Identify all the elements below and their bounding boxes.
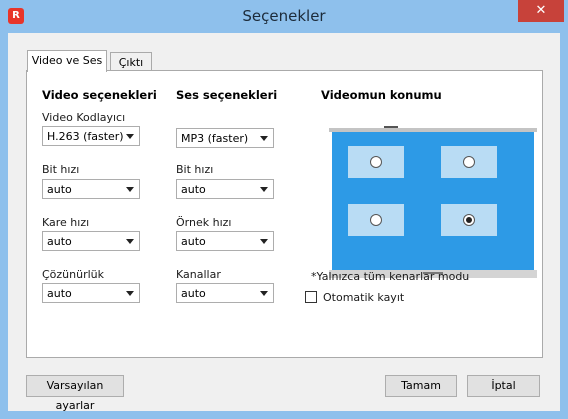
channels-label: Kanallar bbox=[176, 268, 221, 281]
chevron-down-icon bbox=[260, 136, 268, 141]
title-bar[interactable]: R Seçenekler ✕ bbox=[0, 0, 568, 33]
dialog-client: Video ve Ses Çıktı Video seçenekleri Vid… bbox=[8, 33, 560, 412]
video-codec-label: Video Kodlayıcı bbox=[42, 111, 126, 124]
samplerate-value: auto bbox=[181, 235, 206, 248]
resolution-value: auto bbox=[47, 287, 72, 300]
tab-video-audio[interactable]: Video ve Ses bbox=[27, 50, 107, 72]
video-options-heading: Video seçenekleri bbox=[42, 88, 157, 102]
samplerate-select[interactable]: auto bbox=[176, 231, 274, 251]
chevron-down-icon bbox=[260, 291, 268, 296]
all-edges-note: *Yalnızca tüm kenarlar modu bbox=[311, 270, 470, 283]
video-position-heading: Videomun konumu bbox=[321, 88, 442, 102]
close-icon: ✕ bbox=[535, 3, 547, 18]
chevron-down-icon bbox=[260, 239, 268, 244]
framerate-select[interactable]: auto bbox=[42, 231, 140, 251]
corner-bottom-left[interactable] bbox=[348, 204, 404, 236]
chevron-down-icon bbox=[126, 239, 134, 244]
laptop-top-bezel bbox=[329, 128, 537, 132]
autosave-label: Otomatik kayıt bbox=[323, 291, 405, 304]
resolution-select[interactable]: auto bbox=[42, 283, 140, 303]
chevron-down-icon bbox=[126, 187, 134, 192]
framerate-value: auto bbox=[47, 235, 72, 248]
audio-bitrate-label: Bit hızı bbox=[176, 163, 214, 176]
defaults-button[interactable]: Varsayılan ayarlar bbox=[26, 375, 124, 412]
video-codec-value: H.263 (faster) bbox=[47, 130, 124, 143]
ok-button[interactable]: Tamam bbox=[385, 375, 457, 397]
chevron-down-icon bbox=[126, 291, 134, 296]
close-button[interactable]: ✕ bbox=[518, 0, 564, 22]
corner-top-right[interactable] bbox=[441, 146, 497, 178]
video-codec-select[interactable]: H.263 (faster) bbox=[42, 126, 140, 146]
laptop-position-picker bbox=[329, 126, 537, 278]
cancel-button[interactable]: İptal bbox=[467, 375, 540, 397]
corner-top-left[interactable] bbox=[348, 146, 404, 178]
video-bitrate-label: Bit hızı bbox=[42, 163, 80, 176]
window-title: Seçenekler bbox=[242, 7, 326, 25]
video-bitrate-select[interactable]: auto bbox=[42, 179, 140, 199]
resolution-label: Çözünürlük bbox=[42, 268, 105, 281]
chevron-down-icon bbox=[126, 134, 134, 139]
channels-select[interactable]: auto bbox=[176, 283, 274, 303]
audio-codec-select[interactable]: MP3 (faster) bbox=[176, 128, 274, 148]
channels-value: auto bbox=[181, 287, 206, 300]
autosave-checkbox[interactable] bbox=[305, 291, 317, 303]
tab-output[interactable]: Çıktı bbox=[110, 52, 152, 72]
video-bitrate-value: auto bbox=[47, 183, 72, 196]
audio-bitrate-select[interactable]: auto bbox=[176, 179, 274, 199]
corner-bottom-right[interactable] bbox=[441, 204, 497, 236]
options-window: R Seçenekler ✕ Video ve Ses Çıktı Video … bbox=[0, 0, 568, 419]
tab-panel: Video seçenekleri Video Kodlayıcı H.263 … bbox=[26, 70, 543, 358]
framerate-label: Kare hızı bbox=[42, 216, 90, 229]
camera-dot bbox=[384, 126, 398, 128]
audio-codec-value: MP3 (faster) bbox=[181, 132, 249, 145]
audio-options-heading: Ses seçenekleri bbox=[176, 88, 278, 102]
chevron-down-icon bbox=[260, 187, 268, 192]
samplerate-label: Örnek hızı bbox=[176, 216, 232, 229]
audio-bitrate-value: auto bbox=[181, 183, 206, 196]
